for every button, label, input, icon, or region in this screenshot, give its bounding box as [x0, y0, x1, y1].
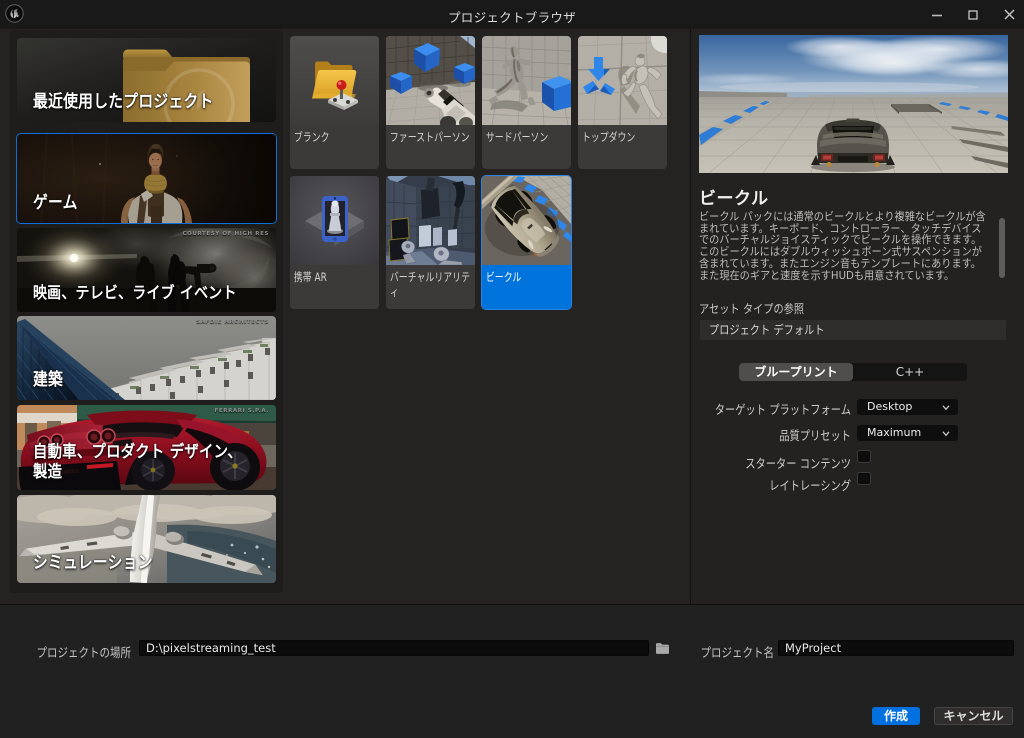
asset-type-combobox[interactable]: プロジェクト デフォルト	[700, 320, 1006, 340]
target-platform-value: Desktop	[867, 400, 912, 413]
image-credit: SAFDIE ARCHITECTS	[196, 319, 269, 325]
category-sidebar: 最近使用したプロジェクト	[10, 30, 283, 593]
raytracing-checkbox[interactable]	[857, 472, 871, 485]
category-simulation[interactable]: シミュレーション	[17, 495, 276, 583]
cancel-button[interactable]: キャンセル	[934, 707, 1013, 725]
browse-folder-icon[interactable]	[654, 642, 671, 655]
chevron-down-icon	[942, 404, 950, 411]
third-person-thumbnail	[482, 36, 571, 125]
project-location-label: プロジェクトの場所	[29, 642, 131, 661]
template-preview-image	[699, 35, 1008, 173]
category-recent-projects[interactable]: 最近使用したプロジェクト	[17, 38, 276, 122]
maximize-icon	[968, 10, 978, 20]
asset-type-label: アセット タイプの参照	[699, 300, 804, 317]
template-blank[interactable]: ブランク	[290, 36, 379, 169]
template-label: バーチャルリアリティ	[386, 265, 475, 309]
footer-bar: プロジェクトの場所 D:\pixelstreaming_test プロジェクト名…	[0, 604, 1024, 738]
project-location-input[interactable]: D:\pixelstreaming_test	[139, 640, 649, 656]
first-person-thumbnail	[386, 36, 475, 125]
blueprint-toggle-option[interactable]: ブループリント	[739, 363, 853, 381]
project-name-input[interactable]: MyProject	[778, 640, 1014, 656]
close-button[interactable]	[994, 0, 1024, 29]
close-icon	[1004, 9, 1015, 20]
window-title: プロジェクトブラウザ	[0, 7, 1024, 26]
template-detail-panel: ビークル ビークル パックには通常のビークルとより複雑なビークルが含まれています…	[691, 29, 1024, 604]
category-film[interactable]: COURTESY OF HIGH RES 映画、テレビ、ライブ イベント	[17, 228, 276, 312]
quality-preset-value: Maximum	[867, 426, 921, 439]
project-browser-window: プロジェクトブラウザ	[0, 0, 1024, 738]
category-architecture[interactable]: SAFDIE ARCHITECTS 建築	[17, 316, 276, 400]
vehicle-thumbnail	[482, 176, 571, 265]
top-down-thumbnail	[578, 36, 667, 125]
quality-preset-label: 品質プリセット	[662, 425, 851, 444]
template-label: ビークル	[482, 265, 571, 309]
category-label: シミュレーション	[33, 553, 251, 574]
category-label: 自動車、プロダクト デザイン、製造	[33, 442, 251, 483]
template-label: ファーストパーソン	[386, 125, 475, 169]
maximize-button[interactable]	[958, 0, 988, 29]
target-platform-dropdown[interactable]: Desktop	[857, 399, 958, 415]
description-scrollbar[interactable]	[999, 218, 1005, 278]
template-label: トップダウン	[578, 125, 667, 169]
target-platform-label: ターゲット プラットフォーム	[662, 399, 851, 418]
chevron-down-icon	[942, 430, 950, 437]
starter-content-label: スターター コンテンツ	[662, 453, 851, 472]
template-virtual-reality[interactable]: バーチャルリアリティ	[386, 176, 475, 309]
category-label: 映画、テレビ、ライブ イベント	[33, 283, 251, 303]
template-label: ブランク	[290, 125, 379, 169]
handheld-ar-thumbnail	[290, 176, 379, 265]
vehicle-preview-art	[699, 35, 1008, 173]
raytracing-label: レイトレーシング	[662, 475, 851, 494]
category-label: ゲーム	[33, 193, 251, 214]
category-label: 建築	[33, 370, 251, 391]
title-bar: プロジェクトブラウザ	[0, 0, 1024, 29]
template-label: 携帯 AR	[290, 265, 379, 309]
cpp-toggle-option[interactable]: C++	[853, 363, 967, 381]
virtual-reality-thumbnail	[386, 176, 475, 265]
create-button[interactable]: 作成	[872, 707, 920, 725]
minimize-icon	[932, 10, 942, 20]
template-top-down[interactable]: トップダウン	[578, 36, 667, 169]
quality-preset-dropdown[interactable]: Maximum	[857, 425, 958, 441]
category-games[interactable]: ゲーム	[17, 134, 276, 223]
image-credit: FERRARI S.P.A.	[215, 408, 269, 414]
minimize-button[interactable]	[922, 0, 952, 29]
template-label: サードパーソン	[482, 125, 571, 169]
starter-content-checkbox[interactable]	[857, 450, 871, 463]
language-toggle: ブループリント C++	[739, 363, 967, 381]
template-handheld-ar[interactable]: 携帯 AR	[290, 176, 379, 309]
category-label: 最近使用したプロジェクト	[33, 92, 251, 113]
template-first-person[interactable]: ファーストパーソン	[386, 36, 475, 169]
template-vehicle[interactable]: ビークル	[482, 176, 571, 309]
blank-thumbnail	[290, 36, 379, 125]
image-credit: COURTESY OF HIGH RES	[182, 231, 269, 237]
asset-type-value: プロジェクト デフォルト	[709, 320, 824, 340]
template-description: ビークル パックには通常のビークルとより複雑なビークルが含まれています。キーボー…	[699, 211, 991, 281]
template-third-person[interactable]: サードパーソン	[482, 36, 571, 169]
category-automotive[interactable]: FERRARI S.P.A. 自動車、プロダクト デザイン、製造	[17, 405, 276, 490]
template-title: ビークル	[699, 184, 769, 209]
project-name-label: プロジェクト名	[670, 642, 774, 661]
